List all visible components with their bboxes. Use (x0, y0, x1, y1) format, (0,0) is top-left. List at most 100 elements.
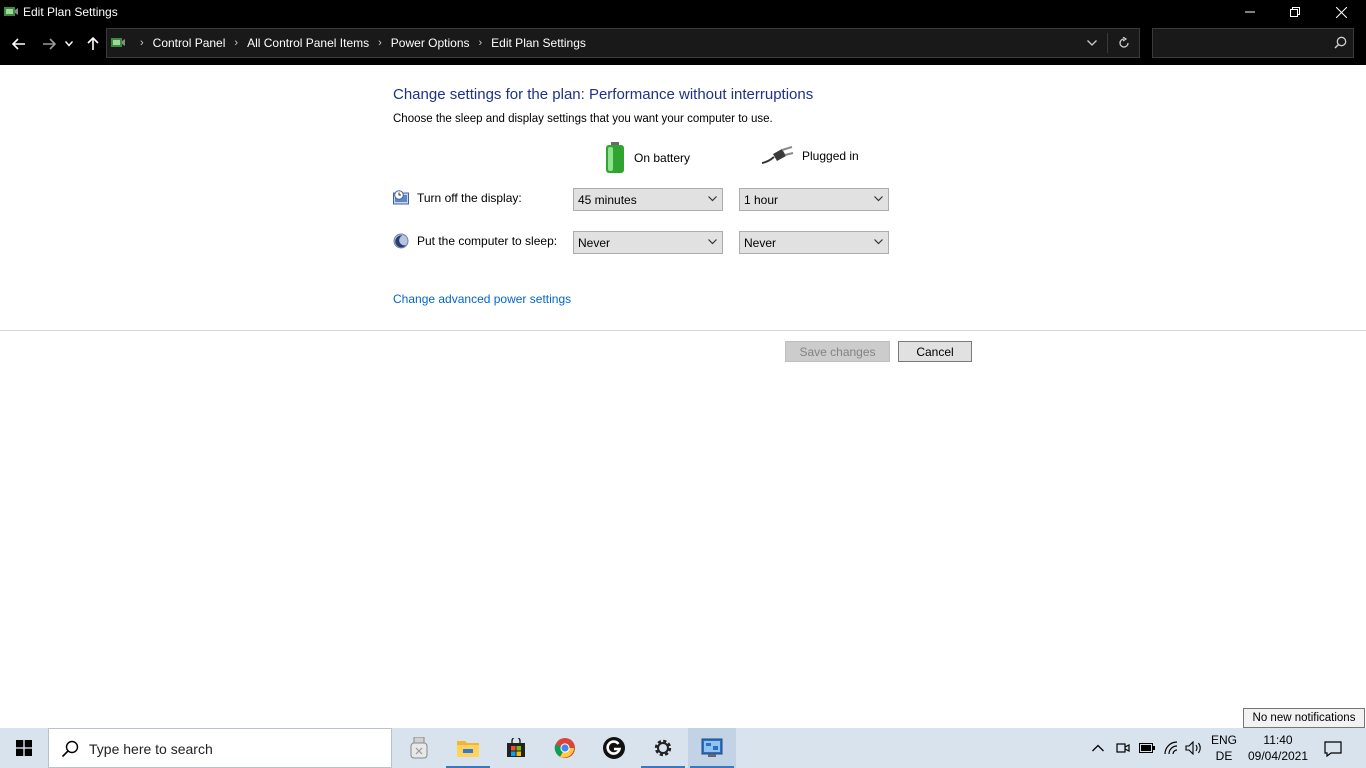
tray-meet-now[interactable] (1114, 740, 1132, 756)
display-plugged-value: 1 hour (744, 193, 779, 207)
sleep-setting-row: Put the computer to sleep: (393, 233, 557, 249)
breadcrumb-power-options[interactable]: Power Options (391, 36, 470, 50)
taskbar-search-box[interactable]: Type here to search (48, 728, 392, 768)
restore-icon (1290, 7, 1300, 17)
back-button[interactable] (8, 34, 30, 54)
taskbar-chrome[interactable] (541, 728, 589, 768)
refresh-icon (1119, 37, 1129, 48)
display-setting-row: Turn off the display: (393, 190, 522, 206)
breadcrumb-separator[interactable]: › (378, 37, 382, 49)
recent-locations-button[interactable] (62, 34, 76, 54)
up-button[interactable] (82, 34, 104, 54)
chevron-down-icon (874, 196, 883, 202)
save-changes-button[interactable]: Save changes (785, 341, 890, 362)
show-hidden-icons-button[interactable] (1089, 740, 1107, 756)
plugged-in-label: Plugged in (802, 149, 859, 163)
display-battery-select[interactable]: 45 minutes (573, 188, 723, 211)
chevron-up-icon (1092, 744, 1104, 752)
usb-drive-icon (410, 737, 428, 759)
taskbar-control-panel[interactable] (688, 728, 736, 768)
chevron-down-icon (708, 239, 717, 245)
page-title: Change settings for the plan: Performanc… (393, 86, 814, 103)
close-icon (1335, 6, 1347, 18)
language-indicator[interactable]: ENG DE (1210, 732, 1238, 764)
clock-date: 09/04/2021 (1247, 749, 1309, 763)
breadcrumb-separator[interactable]: › (234, 37, 238, 49)
breadcrumb-edit-plan[interactable]: Edit Plan Settings (491, 36, 586, 50)
arrow-up-icon (87, 37, 99, 50)
address-history-button[interactable] (1083, 35, 1101, 51)
column-header-battery: On battery (604, 142, 690, 174)
window-title: Edit Plan Settings (23, 5, 118, 19)
taskbar-usb-drive[interactable] (395, 728, 443, 768)
start-button[interactable] (0, 728, 48, 768)
cancel-button[interactable]: Cancel (898, 341, 972, 362)
chrome-icon (554, 738, 575, 758)
display-timer-icon (393, 190, 409, 205)
chevron-down-icon (1087, 40, 1097, 46)
restore-button[interactable] (1272, 0, 1318, 24)
sleep-battery-select[interactable]: Never (573, 231, 723, 254)
volume-icon (1185, 741, 1201, 755)
arrow-right-icon (43, 38, 56, 50)
taskbar-g-app[interactable] (590, 728, 638, 768)
breadcrumb-separator[interactable]: › (140, 37, 144, 49)
search-input[interactable] (1159, 34, 1329, 52)
battery-status-icon (1139, 743, 1155, 753)
address-bar[interactable]: › Control Panel › All Control Panel Item… (106, 28, 1140, 58)
sleep-setting-label: Put the computer to sleep: (417, 234, 558, 248)
display-plugged-select[interactable]: 1 hour (739, 188, 889, 211)
navigation-bar: › Control Panel › All Control Panel Item… (0, 24, 1366, 65)
battery-icon (606, 142, 624, 173)
search-box[interactable] (1152, 28, 1354, 58)
sleep-plugged-select[interactable]: Never (739, 231, 889, 254)
tray-volume[interactable] (1185, 740, 1203, 756)
notification-icon (1324, 741, 1342, 757)
chevron-down-icon (708, 196, 717, 202)
notification-tooltip: No new notifications (1243, 708, 1365, 728)
page-description: Choose the sleep and display settings th… (393, 113, 773, 125)
content-divider (0, 330, 1366, 331)
advanced-power-settings-link[interactable]: Change advanced power settings (393, 292, 571, 306)
clock[interactable]: 11:40 09/04/2021 (1244, 732, 1312, 764)
breadcrumb-separator[interactable]: › (479, 37, 483, 49)
refresh-button[interactable] (1115, 35, 1133, 51)
minimize-icon (1245, 11, 1255, 13)
wifi-icon (1164, 741, 1178, 755)
control-panel-location-icon (111, 38, 125, 47)
minimize-button[interactable] (1227, 0, 1273, 24)
keyboard-layout: DE (1215, 749, 1233, 763)
title-bar: Edit Plan Settings (0, 0, 1366, 24)
power-plug-icon (762, 146, 794, 164)
taskbar: Type here to search ENG DE 11:40 09/04/2… (0, 728, 1366, 768)
search-icon (61, 740, 79, 758)
g-app-icon (603, 737, 625, 759)
clock-time: 11:40 (1263, 733, 1293, 747)
chevron-down-icon (874, 239, 883, 245)
action-center-button[interactable] (1316, 738, 1350, 760)
forward-button[interactable] (38, 34, 60, 54)
display-battery-value: 45 minutes (578, 193, 637, 207)
windows-logo-icon (16, 740, 32, 756)
tray-network[interactable] (1162, 740, 1180, 756)
sleep-plugged-value: Never (744, 236, 777, 250)
file-explorer-icon (457, 741, 479, 757)
power-options-icon (4, 7, 18, 16)
sleep-moon-icon (393, 233, 409, 249)
breadcrumb-all-items[interactable]: All Control Panel Items (247, 36, 369, 50)
tray-battery[interactable] (1138, 740, 1156, 756)
control-panel-icon (701, 738, 723, 757)
taskbar-file-explorer[interactable] (444, 728, 492, 768)
chevron-down-icon (65, 41, 73, 47)
close-button[interactable] (1318, 0, 1364, 24)
breadcrumb-control-panel[interactable]: Control Panel (153, 36, 226, 50)
search-icon (1334, 36, 1347, 49)
column-header-plugged: Plugged in (762, 146, 859, 166)
taskbar-settings[interactable] (639, 728, 687, 768)
breadcrumb: › Control Panel › All Control Panel Item… (131, 29, 586, 57)
taskbar-store[interactable] (492, 728, 540, 768)
taskbar-search-placeholder: Type here to search (89, 741, 213, 757)
on-battery-label: On battery (634, 151, 691, 165)
address-divider (1107, 33, 1108, 53)
display-setting-label: Turn off the display: (417, 191, 522, 205)
